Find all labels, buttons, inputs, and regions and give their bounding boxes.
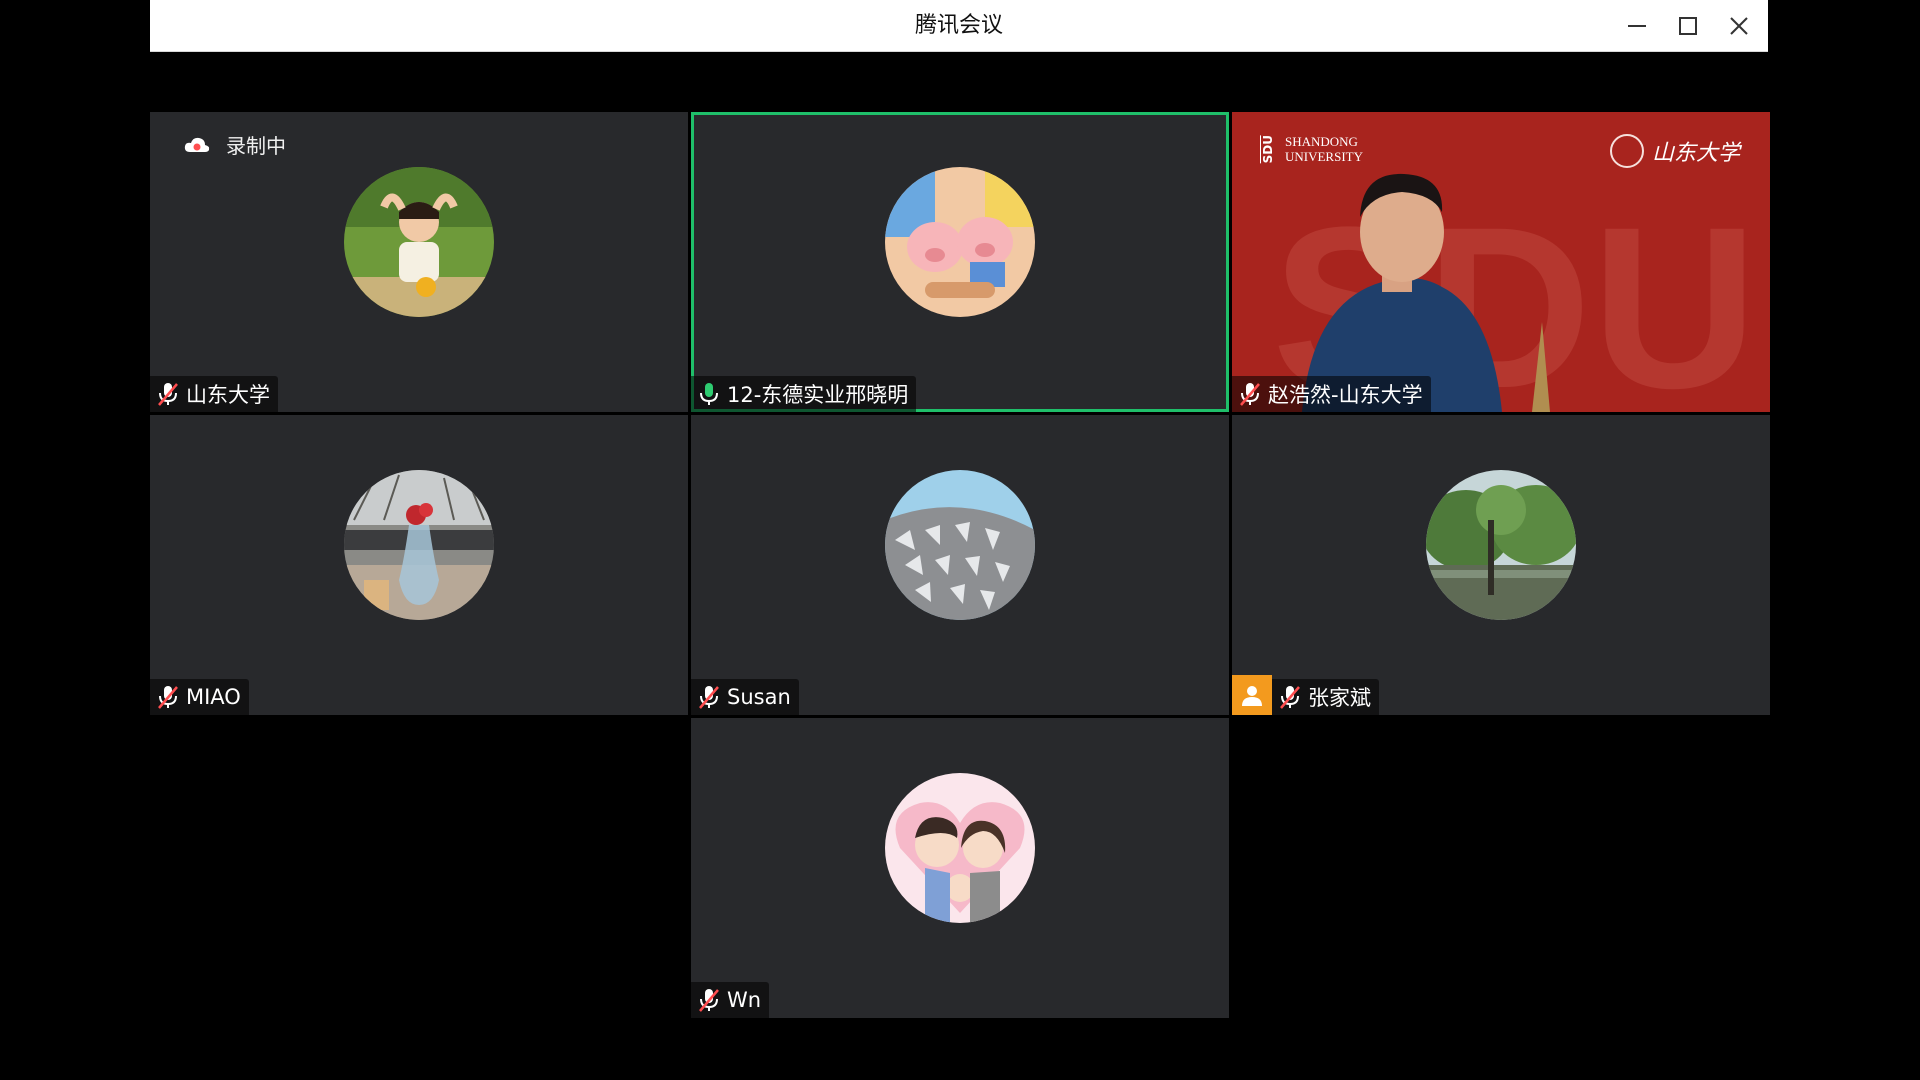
meeting-window: 腾讯会议 录制中 山东大学 12-东德实业邢晓明 SDU SDU SHANDON… [150,0,1770,1080]
sdu-brand-mark: SDU SHANDONG UNIVERSITY [1260,134,1363,164]
minimize-button[interactable] [1616,8,1658,44]
mic-muted-icon [158,383,178,406]
university-seal-icon [1609,134,1644,168]
participant-name: 12-东德实业邢晓明 [727,383,909,407]
participant-tile[interactable]: Susan [691,415,1229,715]
recording-label: 录制中 [226,134,286,158]
participant-tile-video[interactable]: SDU SDU SHANDONG UNIVERSITY 山东大学 赵浩然-山东大… [1232,112,1770,412]
mic-muted-icon [158,686,178,709]
close-icon [1730,17,1748,35]
participant-nametag: 张家斌 [1272,679,1379,715]
recording-indicator: 录制中 [184,130,286,159]
avatar [1426,470,1576,620]
minimize-icon [1628,25,1646,27]
participant-tile[interactable]: Wn [691,718,1229,1018]
participant-name: MIAO [186,685,241,709]
avatar [885,773,1035,923]
sdu-logo: 山东大学 [1609,134,1740,168]
host-badge [1232,675,1272,715]
participant-name: 张家斌 [1308,686,1371,710]
host-user-icon [1242,686,1262,706]
title-bar: 腾讯会议 [150,0,1768,52]
participant-tile[interactable]: 张家斌 [1232,415,1770,715]
cloud-record-icon [184,137,210,152]
mic-muted-icon [1280,686,1300,709]
participant-tile[interactable]: MIAO [150,415,688,715]
avatar [885,470,1035,620]
mic-muted-icon [699,686,719,709]
participant-name: Susan [727,685,791,709]
participant-nametag: 12-东德实业邢晓明 [691,376,917,412]
participant-nametag: Susan [691,679,799,715]
avatar [344,470,494,620]
close-button[interactable] [1718,8,1760,44]
mic-muted-icon [1240,383,1260,406]
avatar [344,167,494,317]
participant-nametag: Wn [691,982,770,1018]
participant-nametag: 赵浩然-山东大学 [1232,376,1431,412]
maximize-button[interactable] [1667,8,1709,44]
participant-tile-active-speaker[interactable]: 12-东德实业邢晓明 [691,112,1229,412]
participant-name: 山东大学 [186,383,270,407]
maximize-icon [1679,17,1697,35]
participant-name: 赵浩然-山东大学 [1268,383,1423,407]
mic-active-icon [700,383,718,405]
participant-name: Wn [727,988,762,1012]
participant-nametag: MIAO [150,679,249,715]
avatar [885,167,1035,317]
mic-muted-icon [699,989,719,1012]
participant-nametag: 山东大学 [150,376,278,412]
participant-tile[interactable]: 录制中 山东大学 [150,112,688,412]
window-title: 腾讯会议 [914,13,1003,38]
